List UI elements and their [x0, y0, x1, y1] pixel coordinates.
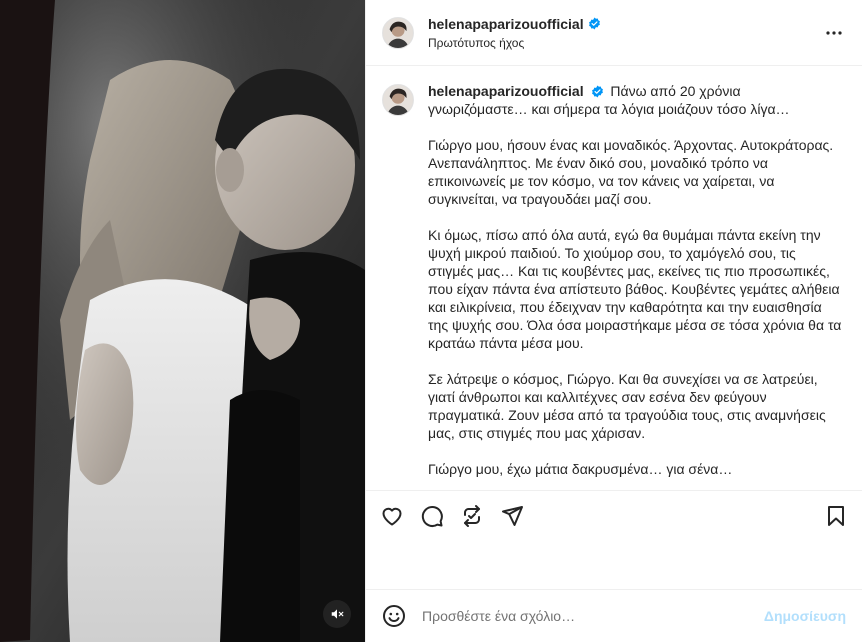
- audio-label[interactable]: Πρωτότυπος ήχος: [428, 36, 822, 50]
- username-row: helenapaparizouofficial: [428, 16, 822, 32]
- heart-icon: [382, 507, 402, 526]
- comments-area[interactable]: helenapaparizouofficial Πάνω από 20 χρόν…: [366, 66, 862, 491]
- comment-button[interactable]: [420, 496, 460, 536]
- header-meta: helenapaparizouofficial Πρωτότυπος ήχος: [428, 16, 822, 50]
- post-panel: helenapaparizouofficial Πρωτότυπος ήχος: [365, 0, 862, 642]
- caption-paragraph: Γιώργο μου, ήσουν ένας και μοναδικός. Άρ…: [428, 137, 834, 207]
- caption-paragraph: Γιώργο μου, έχω μάτια δακρυσμένα… για σέ…: [428, 461, 733, 477]
- action-bar: [366, 491, 862, 541]
- comment-icon: [421, 506, 443, 527]
- likes-area: [366, 541, 862, 590]
- more-options-icon: [826, 30, 842, 35]
- add-comment-bar: Δημοσίευση: [366, 590, 862, 642]
- post-media[interactable]: [0, 0, 365, 642]
- bookmark-icon: [828, 506, 844, 526]
- paper-plane-icon: [502, 506, 523, 526]
- more-options-button[interactable]: [822, 21, 846, 45]
- header-username[interactable]: helenapaparizouofficial: [428, 16, 584, 32]
- post-comment-button[interactable]: Δημοσίευση: [764, 608, 846, 624]
- post-container: helenapaparizouofficial Πρωτότυπος ήχος: [0, 0, 862, 642]
- caption-avatar[interactable]: [382, 84, 414, 116]
- caption-paragraph: Κι όμως, πίσω από όλα αυτά, εγώ θα θυμάμ…: [428, 227, 842, 351]
- share-button[interactable]: [500, 496, 540, 536]
- repost-button[interactable]: [460, 496, 500, 536]
- post-photo: [0, 0, 365, 642]
- caption-paragraph: Σε λάτρεψε ο κόσμος, Γιώργο. Και θα συνε…: [428, 371, 826, 441]
- speaker-muted-icon: [331, 609, 344, 619]
- save-button[interactable]: [824, 496, 848, 536]
- repost-icon: [464, 505, 480, 527]
- emoji-button[interactable]: [382, 604, 406, 628]
- caption-username[interactable]: helenapaparizouofficial: [428, 83, 584, 99]
- comment-input[interactable]: [420, 607, 764, 625]
- mute-button[interactable]: [323, 600, 351, 628]
- emoji-icon: [383, 605, 405, 627]
- like-button[interactable]: [380, 496, 420, 536]
- caption-first-block: helenapaparizouofficial Πάνω από 20 χρόν…: [428, 82, 843, 118]
- verified-badge-icon: [592, 85, 604, 98]
- verified-badge-icon: [588, 17, 600, 30]
- caption: helenapaparizouofficial Πάνω από 20 χρόν…: [382, 82, 846, 490]
- post-header: helenapaparizouofficial Πρωτότυπος ήχος: [366, 0, 862, 66]
- avatar[interactable]: [382, 16, 414, 49]
- caption-body: helenapaparizouofficial Πάνω από 20 χρόν…: [428, 82, 843, 490]
